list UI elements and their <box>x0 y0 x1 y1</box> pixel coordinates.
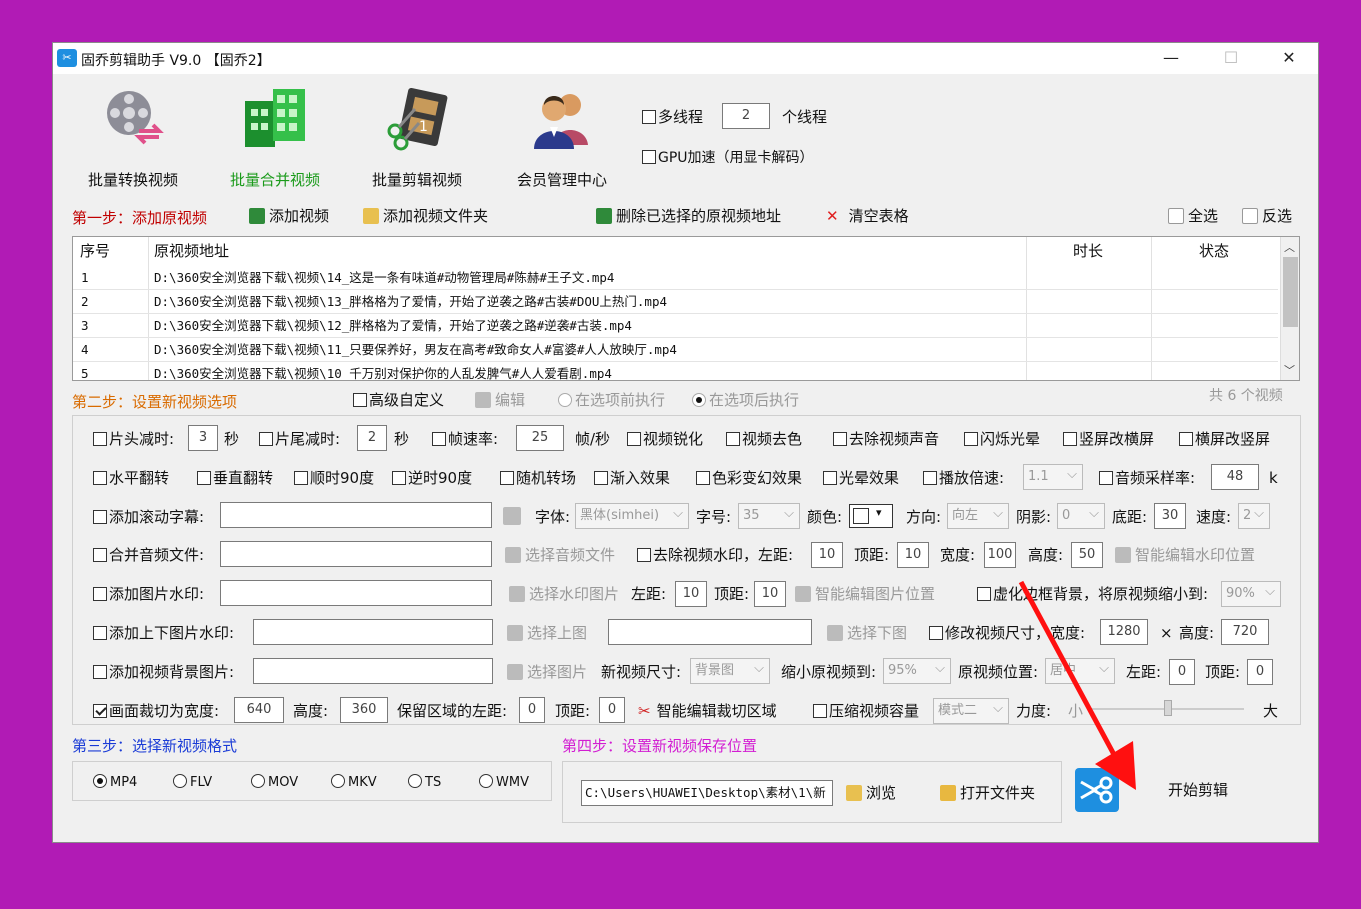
red-arrow-annotation <box>1018 580 1136 790</box>
